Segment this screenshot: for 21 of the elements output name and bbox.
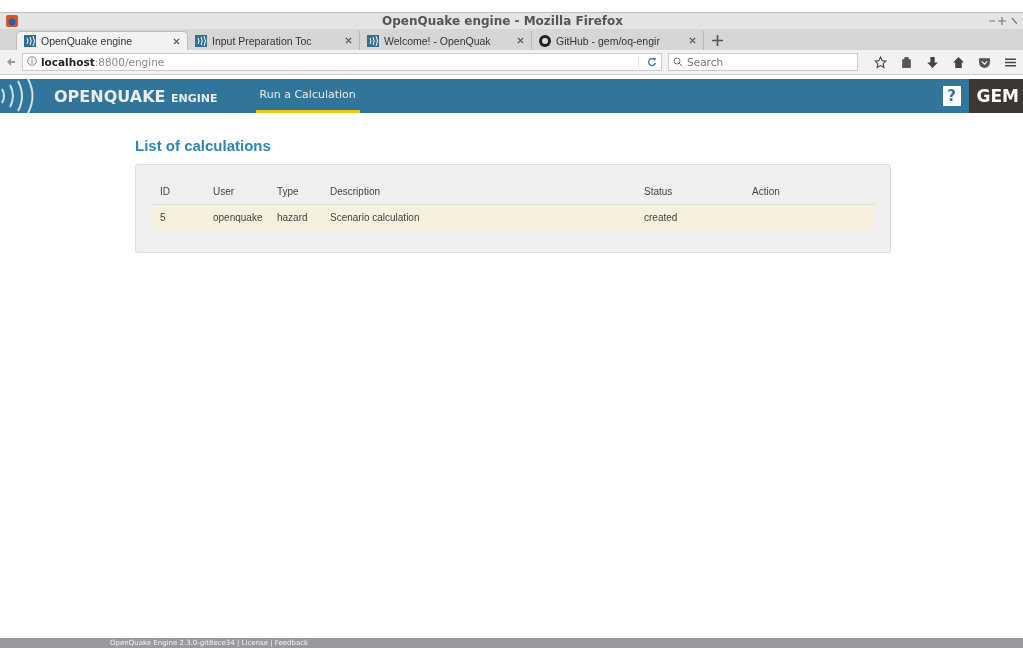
table-row[interactable]: 5 openquake hazard Scenario calculation created (152, 205, 874, 230)
table-cell: Scenario calculation (330, 212, 420, 223)
table-cell: openquake (213, 212, 263, 223)
page-heading: List of calculations (135, 137, 271, 154)
table-cell: 5 (160, 212, 166, 223)
column-header: ID (160, 186, 170, 197)
brand-logo[interactable]: GEM (968, 79, 1023, 113)
table-cell: hazard (277, 212, 308, 223)
help-button[interactable]: ? (942, 86, 961, 106)
column-header: User (213, 186, 235, 197)
nav-link[interactable]: Run a Calculation (255, 79, 360, 113)
column-header: Description (330, 186, 381, 197)
column-header: Action (752, 186, 780, 197)
browser-tab[interactable]: OpenQuake engine (16, 31, 188, 50)
address-field[interactable]: localhost:8800/engine (22, 53, 662, 71)
app-logo[interactable]: OPENQUAKE ENGINE (54, 86, 218, 106)
table-cell: created (644, 212, 678, 223)
column-header: Status (644, 186, 673, 197)
window-title: OpenQuake engine - Mozilla Firefox (381, 14, 624, 28)
search-field[interactable]: Search (668, 53, 858, 71)
column-header: Type (277, 186, 299, 197)
